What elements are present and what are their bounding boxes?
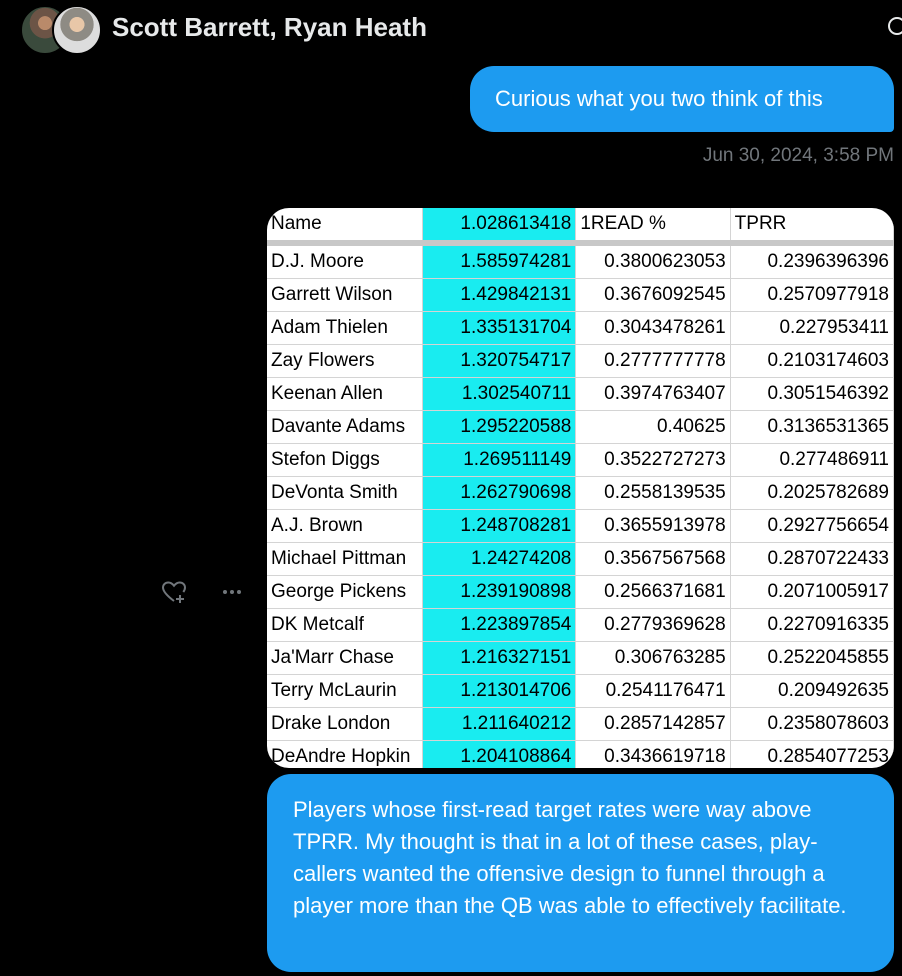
- table-cell: D.J. Moore: [267, 243, 424, 279]
- table-cell: 0.2558139535: [575, 476, 731, 510]
- table-cell: 1.24274208: [422, 542, 577, 576]
- message-text: Players whose first-read target rates we…: [293, 797, 847, 918]
- table-cell: 1.248708281: [422, 509, 577, 543]
- table-row: Adam Thielen 1.335131704 0.3043478261 0.227…: [267, 311, 894, 345]
- table-cell: 0.3051546392: [730, 377, 894, 411]
- table-cell: 0.3800623053: [575, 243, 731, 279]
- header-1read: 1READ %: [575, 208, 731, 246]
- table-cell: 0.306763285: [575, 641, 731, 675]
- table-cell: 0.2927756654: [730, 509, 894, 543]
- table-row: DeAndre Hopkin 1.204108864 0.3436619718 0.2…: [267, 740, 894, 768]
- table-cell: 0.2541176471: [575, 674, 731, 708]
- table-cell: DeAndre Hopkin: [267, 740, 424, 768]
- table-cell: 1.223897854: [422, 608, 577, 642]
- table-cell: Davante Adams: [267, 410, 424, 444]
- message-timestamp: Jun 30, 2024, 3:58 PM: [702, 145, 894, 166]
- attached-image[interactable]: Name 1.028613418 1READ % TPRR D.J. Moore…: [267, 208, 894, 768]
- table-row: Stefon Diggs 1.269511149 0.3522727273 0.277…: [267, 443, 894, 477]
- table-cell: 0.3567567568: [575, 542, 731, 576]
- table-row: Terry McLaurin 1.213014706 0.2541176471 0.2…: [267, 674, 894, 708]
- table-cell: 1.262790698: [422, 476, 577, 510]
- table-cell: 0.2857142857: [575, 707, 731, 741]
- table-cell: 0.3655913978: [575, 509, 731, 543]
- table-cell: 0.2025782689: [730, 476, 894, 510]
- table-cell: 1.239190898: [422, 575, 577, 609]
- table-cell: 0.2103174603: [730, 344, 894, 378]
- header-tprr: TPRR: [730, 208, 894, 246]
- table-cell: Drake London: [267, 707, 424, 741]
- table-cell: Michael Pittman: [267, 542, 424, 576]
- table-cell: 0.3043478261: [575, 311, 731, 345]
- heart-plus-icon[interactable]: [160, 578, 188, 606]
- table-cell: 0.3676092545: [575, 278, 731, 312]
- table-cell: 0.3436619718: [575, 740, 731, 768]
- table-cell: Adam Thielen: [267, 311, 424, 345]
- table-cell: 1.320754717: [422, 344, 577, 378]
- message-bubble[interactable]: Players whose first-read target rates we…: [267, 774, 894, 972]
- header-score: 1.028613418: [422, 208, 577, 246]
- table-row: Michael Pittman 1.24274208 0.3567567568 0.2…: [267, 542, 894, 576]
- table-cell: 0.3974763407: [575, 377, 731, 411]
- table-cell: 0.2566371681: [575, 575, 731, 609]
- table-cell: 1.269511149: [422, 443, 577, 477]
- conversation-title[interactable]: Scott Barrett, Ryan Heath: [112, 12, 427, 43]
- table-cell: Keenan Allen: [267, 377, 424, 411]
- table-cell: 1.302540711: [422, 377, 577, 411]
- table-cell: 0.2779369628: [575, 608, 731, 642]
- table-cell: DeVonta Smith: [267, 476, 424, 510]
- table-row: A.J. Brown 1.248708281 0.3655913978 0.29277…: [267, 509, 894, 543]
- table-cell: 0.2358078603: [730, 707, 894, 741]
- table-cell: Terry McLaurin: [267, 674, 424, 708]
- table-cell: 0.3522727273: [575, 443, 731, 477]
- table-cell: DK Metcalf: [267, 608, 424, 642]
- message-text: Curious what you two think of this: [495, 86, 823, 111]
- table-cell: 0.2071005917: [730, 575, 894, 609]
- table-cell: 1.213014706: [422, 674, 577, 708]
- conversation-header: Scott Barrett, Ryan Heath: [0, 0, 902, 58]
- table-row: Drake London 1.211640212 0.2857142857 0.235…: [267, 707, 894, 741]
- table-cell: 1.204108864: [422, 740, 577, 768]
- table-header-row: Name 1.028613418 1READ % TPRR: [267, 208, 894, 246]
- table-row: D.J. Moore 1.585974281 0.3800623053 0.23963…: [267, 243, 894, 279]
- table-row: Ja'Marr Chase 1.216327151 0.306763285 0.252…: [267, 641, 894, 675]
- table-cell: 1.429842131: [422, 278, 577, 312]
- avatar[interactable]: [52, 5, 102, 55]
- info-icon[interactable]: [888, 17, 902, 35]
- message-bubble[interactable]: Curious what you two think of this: [470, 66, 894, 132]
- table-cell: 1.335131704: [422, 311, 577, 345]
- table-cell: Stefon Diggs: [267, 443, 424, 477]
- table-cell: 1.211640212: [422, 707, 577, 741]
- table-cell: 1.295220588: [422, 410, 577, 444]
- table-cell: Zay Flowers: [267, 344, 424, 378]
- header-name: Name: [267, 208, 424, 246]
- table-row: Zay Flowers 1.320754717 0.2777777778 0.2103…: [267, 344, 894, 378]
- table-cell: 0.2570977918: [730, 278, 894, 312]
- table-cell: 0.40625: [575, 410, 731, 444]
- table-row: Garrett Wilson 1.429842131 0.3676092545 0.2…: [267, 278, 894, 312]
- table-cell: 0.2522045855: [730, 641, 894, 675]
- table-cell: 0.2396396396: [730, 243, 894, 279]
- table-cell: 0.2870722433: [730, 542, 894, 576]
- more-dots-icon[interactable]: [218, 578, 246, 606]
- table-row: Davante Adams 1.295220588 0.40625 0.3136531…: [267, 410, 894, 444]
- table-cell: 0.277486911: [730, 443, 894, 477]
- data-table: Name 1.028613418 1READ % TPRR D.J. Moore…: [267, 208, 894, 768]
- table-cell: A.J. Brown: [267, 509, 424, 543]
- table-cell: 0.3136531365: [730, 410, 894, 444]
- table-cell: 0.209492635: [730, 674, 894, 708]
- table-row: DK Metcalf 1.223897854 0.2779369628 0.22709…: [267, 608, 894, 642]
- table-cell: Ja'Marr Chase: [267, 641, 424, 675]
- table-cell: George Pickens: [267, 575, 424, 609]
- table-cell: Garrett Wilson: [267, 278, 424, 312]
- table-cell: 1.585974281: [422, 243, 577, 279]
- table-row: George Pickens 1.239190898 0.2566371681 0.2…: [267, 575, 894, 609]
- table-cell: 0.2854077253: [730, 740, 894, 768]
- table-row: Keenan Allen 1.302540711 0.3974763407 0.305…: [267, 377, 894, 411]
- table-cell: 0.2777777778: [575, 344, 731, 378]
- table-cell: 1.216327151: [422, 641, 577, 675]
- table-row: DeVonta Smith 1.262790698 0.2558139535 0.20…: [267, 476, 894, 510]
- table-cell: 0.227953411: [730, 311, 894, 345]
- table-cell: 0.2270916335: [730, 608, 894, 642]
